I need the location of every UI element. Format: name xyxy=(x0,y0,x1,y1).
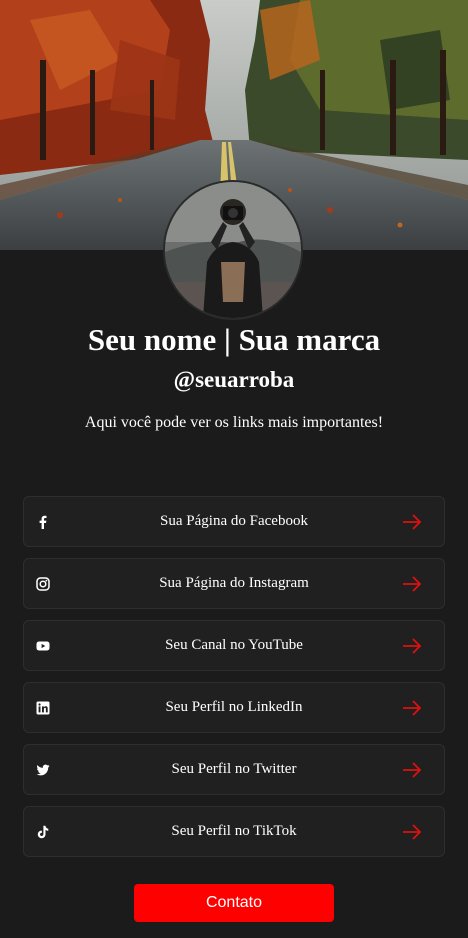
youtube-icon xyxy=(36,639,50,653)
links-list: Sua Página do Facebook Sua Página do Ins… xyxy=(23,496,445,868)
arrow-right-icon xyxy=(402,575,422,592)
link-youtube[interactable]: Seu Canal no YouTube xyxy=(23,620,445,671)
profile-tagline: Aqui você pode ver os links mais importa… xyxy=(84,414,384,431)
link-label: Seu Perfil no LinkedIn xyxy=(165,699,303,715)
arrow-right-icon xyxy=(402,761,422,778)
tiktok-icon xyxy=(36,825,50,839)
link-facebook[interactable]: Sua Página do Facebook xyxy=(23,496,445,547)
profile-avatar xyxy=(163,180,303,320)
link-tiktok[interactable]: Seu Perfil no TikTok xyxy=(23,806,445,857)
instagram-icon xyxy=(36,576,50,591)
arrow-right-icon xyxy=(402,637,422,654)
facebook-icon xyxy=(36,515,50,529)
linkedin-icon xyxy=(36,701,50,715)
link-label: Seu Perfil no TikTok xyxy=(171,823,297,839)
profile-name: Seu nome | Sua marca xyxy=(87,322,381,357)
link-twitter[interactable]: Seu Perfil no Twitter xyxy=(23,744,445,795)
link-linkedin[interactable]: Seu Perfil no LinkedIn xyxy=(23,682,445,733)
link-label: Sua Página do Instagram xyxy=(159,575,309,591)
link-label: Seu Canal no YouTube xyxy=(165,637,303,653)
arrow-right-icon xyxy=(402,823,422,840)
contact-button[interactable]: Contato xyxy=(134,884,334,922)
arrow-right-icon xyxy=(402,513,422,530)
profile-handle: @seuarroba xyxy=(173,367,295,392)
link-label: Sua Página do Facebook xyxy=(160,513,308,529)
arrow-right-icon xyxy=(402,699,422,716)
twitter-icon xyxy=(36,763,50,777)
link-instagram[interactable]: Sua Página do Instagram xyxy=(23,558,445,609)
link-label: Seu Perfil no Twitter xyxy=(171,761,297,777)
